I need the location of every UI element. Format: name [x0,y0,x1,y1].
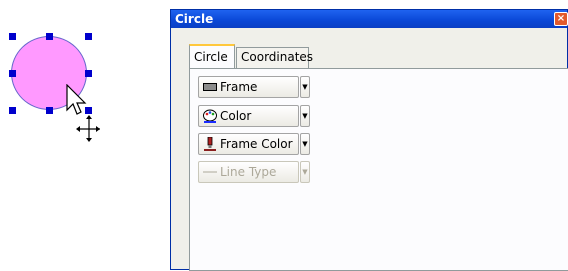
palette-icon [203,109,217,123]
frame-color-label: Frame Color [220,137,293,151]
drawing-canvas[interactable] [0,0,160,270]
line-icon [203,171,217,173]
title-bar[interactable]: Circle × [171,10,568,28]
tab-circle[interactable]: Circle [189,44,235,68]
circle-properties-window: Circle × Circle Coordinates Frame ▼ Colo… [170,9,568,271]
selection-handle-top-right[interactable] [85,33,92,40]
selection-handle-bottom-left[interactable] [9,107,16,114]
window-title: Circle [175,12,214,26]
frame-dropdown-arrow[interactable]: ▼ [300,76,310,98]
frame-button[interactable]: Frame [198,76,299,98]
frame-label: Frame [220,80,258,94]
line-type-label: Line Type [220,165,277,179]
move-cursor-icon [66,84,100,142]
color-button[interactable]: Color [198,105,299,127]
frame-color-button[interactable]: Frame Color [198,133,299,155]
tab-coordinates[interactable]: Coordinates [236,47,313,68]
selection-handle-top-left[interactable] [9,33,16,40]
frame-color-dropdown-arrow[interactable]: ▼ [300,133,310,155]
selection-handle-left[interactable] [9,70,16,77]
line-type-button[interactable]: Line Type [198,161,299,183]
frame-icon [203,83,217,91]
close-icon: × [556,13,566,24]
line-type-dropdown-arrow[interactable]: ▼ [300,161,310,183]
selection-handle-bottom[interactable] [46,107,53,114]
circle-tab-panel: Frame ▼ Color ▼ Frame Color ▼ Line Type … [189,68,568,271]
selection-handle-right[interactable] [85,70,92,77]
brush-icon [204,137,216,151]
selection-handle-top[interactable] [46,33,53,40]
close-button[interactable]: × [554,12,568,26]
color-dropdown-arrow[interactable]: ▼ [300,105,310,127]
tab-coordinates-label: Coordinates [241,50,314,64]
tab-circle-label: Circle [194,50,228,64]
color-label: Color [220,109,252,123]
